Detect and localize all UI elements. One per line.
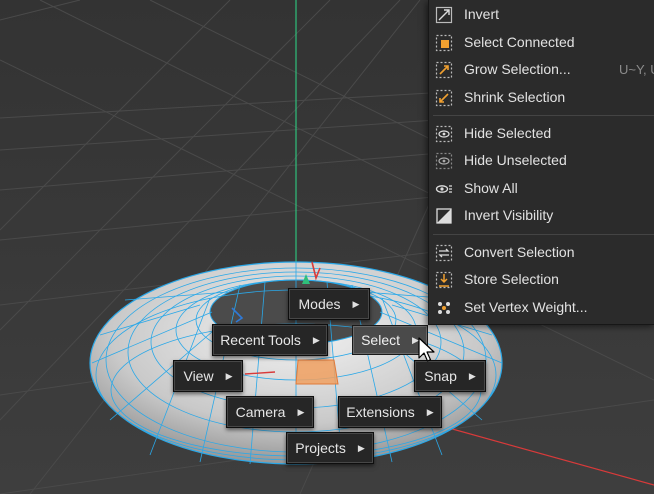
caret-right-icon: ▶ [426,406,434,417]
selected-polygon [295,359,339,385]
hide-unselected-icon [435,152,453,170]
menu-item-invert-visibility[interactable]: Invert Visibility [429,204,654,228]
convert-selection-icon [435,244,453,262]
menu-item-label: Grow Selection... [464,61,571,77]
pie-modes-label: Modes [298,296,341,312]
menu-item-store-selection[interactable]: Store Selection [429,268,654,292]
grow-selection-icon [435,61,453,79]
select-connected-icon [435,34,453,52]
store-selection-icon [435,271,453,289]
pie-projects-label: Projects [295,440,346,456]
set-vertex-weight-icon [438,302,450,314]
select-submenu: Invert Select Connected Grow Selection..… [428,0,654,325]
menu-item-label: Select Connected [464,34,575,50]
pie-snap-label: Snap [424,368,457,384]
pie-recent-tools-label: Recent Tools [220,332,301,348]
hide-selected-icon [435,125,453,143]
pie-extensions-label: Extensions [346,404,415,420]
caret-right-icon: ▶ [297,406,305,417]
caret-right-icon: ▶ [225,370,233,381]
caret-right-icon: ▶ [312,334,320,345]
invert-selection-icon [435,6,453,24]
menu-item-grow-selection[interactable]: Grow Selection... U~Y, U [429,58,654,82]
menu-separator [433,115,654,116]
menu-item-shortcut: U~Y, U [619,62,654,77]
show-all-icon [435,185,452,193]
caret-right-icon: ▶ [352,298,360,309]
pie-projects-button[interactable]: Projects ▶ [286,432,374,464]
pie-modes-button[interactable]: Modes ▶ [288,288,370,320]
pie-extensions-button[interactable]: Extensions ▶ [338,396,442,428]
menu-item-convert-selection[interactable]: Convert Selection [429,241,654,265]
menu-item-label: Show All [464,180,518,196]
caret-right-icon: ▶ [468,370,476,381]
pie-camera-label: Camera [235,404,286,420]
menu-separator [433,234,654,235]
pie-camera-button[interactable]: Camera ▶ [226,396,314,428]
pie-view-label: View [183,368,214,384]
menu-item-hide-selected[interactable]: Hide Selected [429,122,654,146]
menu-item-label: Invert Visibility [464,207,554,223]
menu-item-show-all[interactable]: Show All [429,177,654,201]
menu-item-hide-unselected[interactable]: Hide Unselected [429,149,654,173]
menu-item-label: Set Vertex Weight... [464,299,588,315]
menu-item-label: Hide Selected [464,125,552,141]
menu-item-label: Invert [464,6,500,22]
pie-select-button[interactable]: Select ▶ [352,325,428,355]
menu-item-label: Hide Unselected [464,152,567,168]
menu-item-invert[interactable]: Invert [429,3,654,27]
menu-item-shrink-selection[interactable]: Shrink Selection [429,86,654,110]
pie-select-label: Select [361,332,400,348]
shrink-selection-icon [435,89,453,107]
caret-right-icon: ▶ [357,442,365,453]
menu-item-label: Convert Selection [464,244,575,260]
mouse-cursor-icon [418,337,435,362]
menu-item-select-connected[interactable]: Select Connected [429,31,654,55]
menu-item-set-vertex-weight[interactable]: Set Vertex Weight... [429,296,654,320]
invert-visibility-icon [436,208,452,224]
menu-item-label: Shrink Selection [464,89,566,105]
pie-recent-tools-button[interactable]: Recent Tools ▶ [212,324,328,356]
menu-item-label: Store Selection [464,271,559,287]
pie-view-button[interactable]: View ▶ [173,360,243,392]
